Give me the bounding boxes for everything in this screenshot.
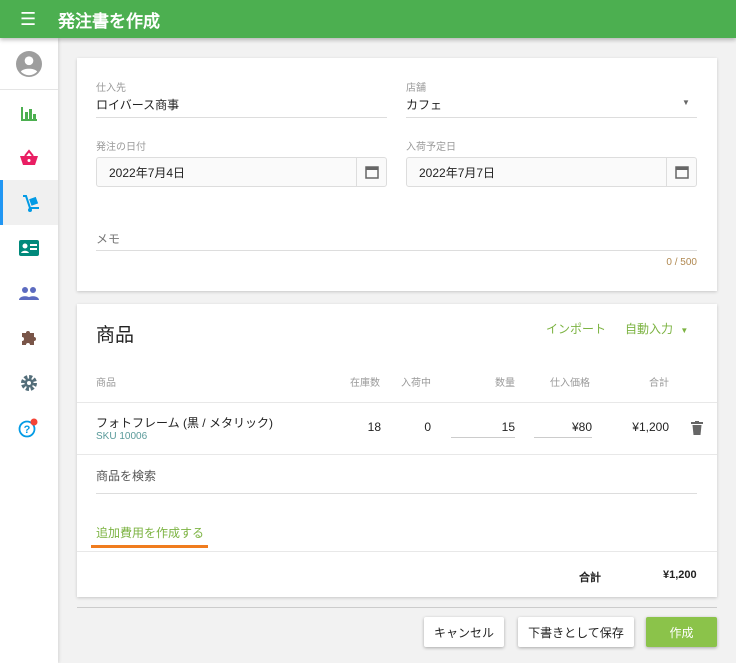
sidebar-item-customers[interactable] bbox=[0, 225, 58, 270]
bar-chart-icon bbox=[21, 106, 37, 121]
stock-value: 18 bbox=[367, 420, 381, 434]
row-total: ¥1,200 bbox=[632, 420, 669, 434]
column-header-cost: 仕入価格 bbox=[550, 378, 590, 389]
sidebar-item-help[interactable]: ? bbox=[0, 405, 58, 450]
column-header-stock: 在庫数 bbox=[350, 378, 380, 389]
product-sku: SKU 10006 bbox=[96, 431, 148, 442]
expected-date-field[interactable]: 2022年7月7日 bbox=[406, 157, 697, 187]
sidebar-item-shop[interactable] bbox=[0, 135, 58, 180]
people-icon bbox=[19, 286, 39, 300]
svg-text:?: ? bbox=[24, 424, 31, 436]
autofill-button[interactable]: 自動入力 ▼ bbox=[625, 320, 688, 337]
page-title: 発注書を作成 bbox=[58, 11, 160, 31]
help-icon: ? bbox=[18, 418, 38, 437]
order-date-label: 発注の日付 bbox=[96, 142, 146, 153]
items-title: 商品 bbox=[96, 325, 135, 346]
puzzle-icon bbox=[22, 330, 36, 345]
store-label: 店舗 bbox=[406, 83, 426, 94]
store-select[interactable]: カフェ bbox=[406, 96, 442, 113]
menu-icon[interactable]: ☰ bbox=[20, 10, 40, 28]
memo-field[interactable]: メモ bbox=[96, 230, 120, 247]
dropdown-arrow-icon[interactable]: ▼ bbox=[682, 98, 690, 107]
sidebar-item-analytics[interactable] bbox=[0, 90, 58, 135]
id-card-icon bbox=[19, 239, 39, 256]
column-header-incoming: 入荷中 bbox=[401, 378, 431, 389]
column-header-quantity: 数量 bbox=[495, 378, 515, 389]
product-search-input[interactable]: 商品を検索 bbox=[96, 467, 156, 484]
calendar-icon[interactable] bbox=[666, 158, 696, 186]
supplier-field[interactable]: ロイバース商事 bbox=[96, 96, 179, 113]
product-name: フォトフレーム (黒 / メタリック) bbox=[96, 416, 273, 430]
column-header-product: 商品 bbox=[96, 378, 116, 389]
expected-date-label: 入荷予定日 bbox=[406, 142, 456, 153]
column-header-total: 合計 bbox=[649, 378, 669, 389]
order-date-field[interactable]: 2022年7月4日 bbox=[96, 157, 387, 187]
trash-icon[interactable] bbox=[691, 421, 703, 435]
import-button[interactable]: インポート bbox=[546, 320, 606, 337]
add-cost-link[interactable]: 追加費用を作成する bbox=[91, 524, 209, 548]
supplier-label: 仕入先 bbox=[96, 83, 126, 94]
basket-icon bbox=[20, 148, 38, 165]
quantity-input[interactable]: 15 bbox=[451, 420, 515, 438]
sidebar-item-purchase-orders[interactable] bbox=[0, 180, 58, 225]
memo-counter: 0 / 500 bbox=[666, 257, 697, 268]
hand-truck-icon bbox=[22, 194, 39, 212]
total-value: ¥1,200 bbox=[663, 569, 697, 581]
cancel-button[interactable]: キャンセル bbox=[424, 617, 504, 647]
app-header: ☰ 発注書を作成 bbox=[0, 0, 736, 38]
avatar[interactable] bbox=[0, 38, 58, 90]
create-button[interactable]: 作成 bbox=[646, 617, 717, 647]
items-card: 商品 インポート 自動入力 ▼ 商品 在庫数 入荷中 数量 仕入価格 合計 フォ… bbox=[77, 304, 717, 597]
sidebar-item-plugins[interactable] bbox=[0, 315, 58, 360]
calendar-icon[interactable] bbox=[356, 158, 386, 186]
total-label: 合計 bbox=[579, 572, 601, 584]
save-draft-button[interactable]: 下書きとして保存 bbox=[518, 617, 634, 647]
order-details-card: 仕入先 ロイバース商事 店舗 カフェ ▼ 発注の日付 2022年7月4日 入荷予… bbox=[77, 58, 717, 291]
incoming-value: 0 bbox=[424, 420, 431, 434]
dropdown-arrow-icon: ▼ bbox=[680, 326, 689, 335]
gear-icon bbox=[21, 374, 37, 391]
sidebar: ? bbox=[0, 38, 58, 663]
sidebar-item-settings[interactable] bbox=[0, 360, 58, 405]
cost-input[interactable]: ¥80 bbox=[534, 420, 592, 438]
sidebar-item-users[interactable] bbox=[0, 270, 58, 315]
